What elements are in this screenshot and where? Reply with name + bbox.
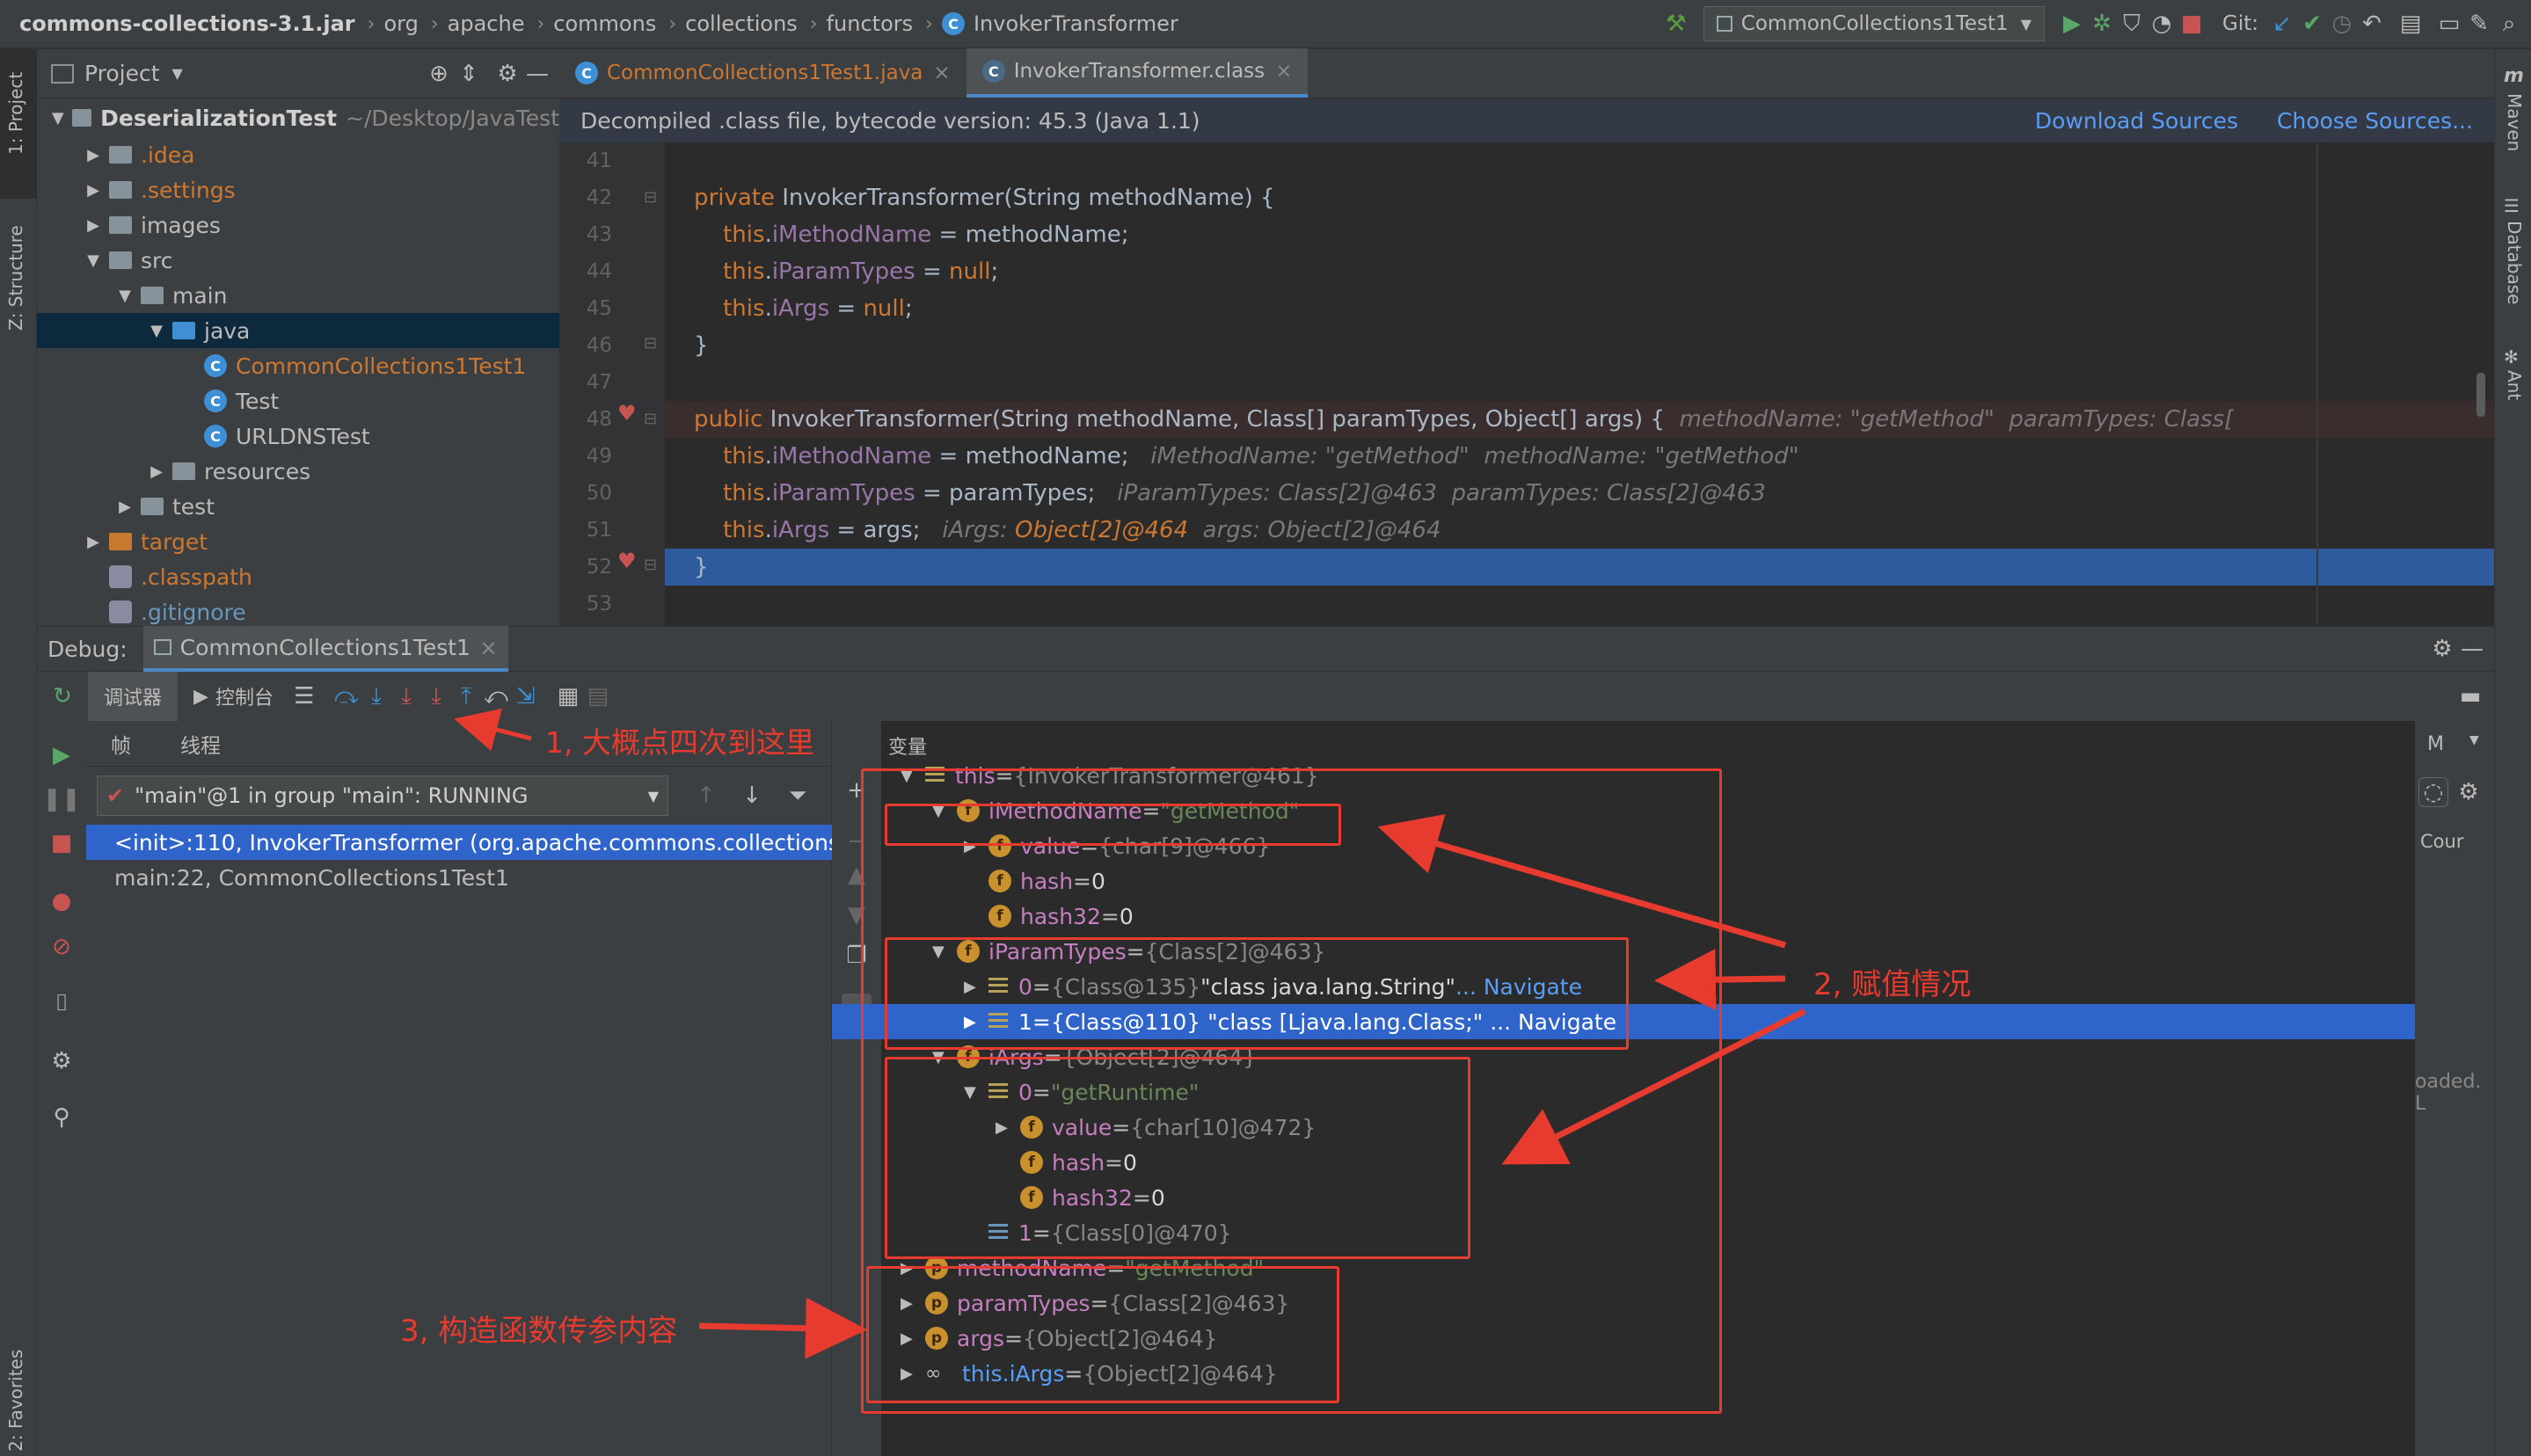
arrow-to-iparamtypes bbox=[1654, 949, 1786, 1011]
arrow-to-iargs bbox=[1501, 1008, 1806, 1165]
annotation-step-2: 2, 赋值情况 bbox=[1813, 967, 1972, 1002]
arrow-to-constructor-params bbox=[698, 1297, 867, 1359]
arrow-to-imethodname bbox=[1377, 814, 1786, 949]
annotation-arrows bbox=[454, 708, 1806, 1359]
annotation-step-1: 1, 大概点四次到这里 bbox=[545, 725, 814, 760]
arrow-annotation-1 bbox=[454, 708, 532, 752]
annotation-step-3: 3, 构造函数传参内容 bbox=[400, 1314, 678, 1349]
